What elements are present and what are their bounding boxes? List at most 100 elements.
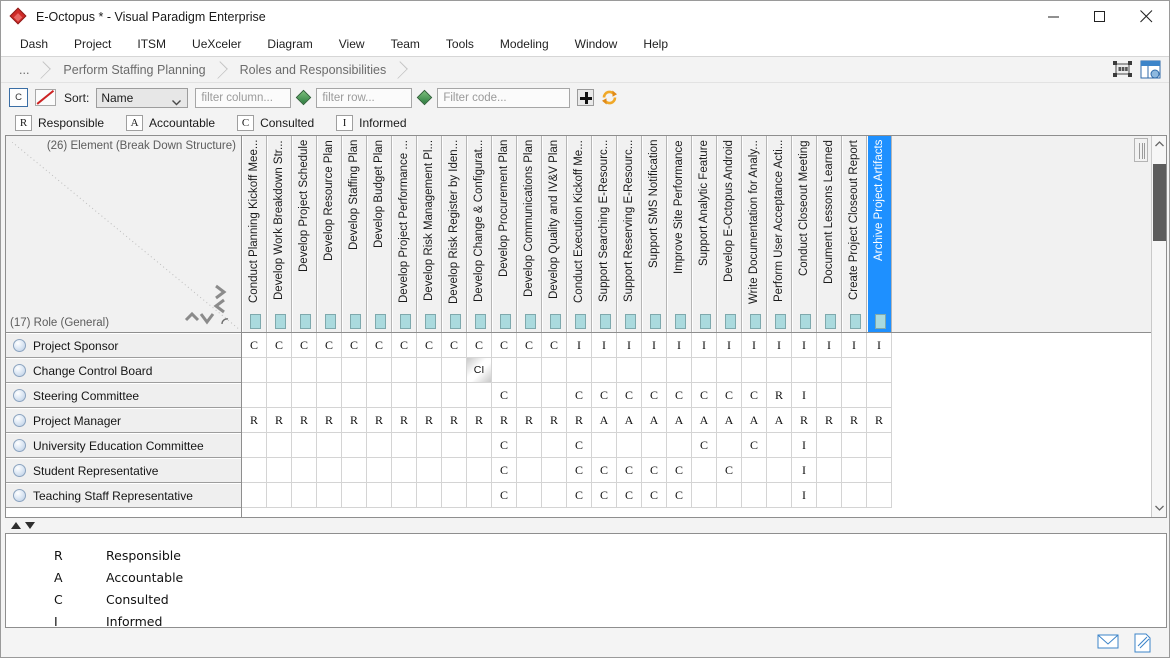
matrix-cell[interactable] (492, 358, 517, 383)
matrix-column-header[interactable]: Develop E-Octopus Android (717, 136, 742, 332)
matrix-cell[interactable] (342, 458, 367, 483)
matrix-cell[interactable]: C (742, 383, 767, 408)
matrix-cell[interactable]: A (617, 408, 642, 433)
matrix-column-header[interactable]: Improve Site Performance (667, 136, 692, 332)
matrix-cell[interactable]: CI (467, 358, 492, 383)
matrix-cell[interactable] (742, 358, 767, 383)
menu-item-dash[interactable]: Dash (7, 34, 61, 54)
menu-item-modeling[interactable]: Modeling (487, 34, 562, 54)
filter-row-input[interactable]: filter row... (316, 88, 412, 108)
menu-item-help[interactable]: Help (630, 34, 681, 54)
refresh-icon[interactable] (601, 89, 618, 106)
matrix-row-label[interactable]: Change Control Board (6, 358, 241, 383)
matrix-cell[interactable]: C (742, 433, 767, 458)
minimize-icon[interactable] (1031, 1, 1077, 32)
message-icon[interactable] (1097, 633, 1119, 653)
matrix-column-header[interactable]: Develop Risk Management Pl... (417, 136, 442, 332)
matrix-cell[interactable] (767, 433, 792, 458)
matrix-cell[interactable] (867, 433, 892, 458)
matrix-cell[interactable]: I (767, 333, 792, 358)
matrix-cell[interactable] (817, 483, 842, 508)
breadcrumb-item-perform-staffing-planning[interactable]: Perform Staffing Planning (51, 59, 211, 81)
matrix-cell[interactable] (242, 358, 267, 383)
menu-item-window[interactable]: Window (562, 34, 631, 54)
matrix-cell[interactable] (342, 358, 367, 383)
matrix-cell[interactable] (417, 383, 442, 408)
matrix-row-label[interactable]: Student Representative (6, 458, 241, 483)
matrix-cell[interactable]: R (867, 408, 892, 433)
matrix-cell[interactable]: C (567, 433, 592, 458)
matrix-cell[interactable]: R (292, 408, 317, 433)
matrix-cell[interactable]: I (567, 333, 592, 358)
matrix-cell[interactable]: C (567, 383, 592, 408)
matrix-cell[interactable] (867, 383, 892, 408)
matrix-column-header[interactable]: Create Project Closeout Report (842, 136, 867, 332)
matrix-cell[interactable] (292, 433, 317, 458)
matrix-cell[interactable]: C (492, 458, 517, 483)
matrix-column-header[interactable]: Develop Communications Plan (517, 136, 542, 332)
breadcrumb-item-roles-and-responsibilities[interactable]: Roles and Responsibilities (228, 59, 393, 81)
menu-item-project[interactable]: Project (61, 34, 124, 54)
matrix-cell[interactable]: R (242, 408, 267, 433)
breadcrumb-item-root[interactable]: ... (9, 59, 35, 81)
matrix-column-header[interactable]: Develop Risk Register by Iden... (442, 136, 467, 332)
matrix-cell[interactable] (292, 483, 317, 508)
matrix-cell[interactable] (292, 358, 317, 383)
matrix-cell[interactable] (442, 433, 467, 458)
matrix-cell[interactable] (617, 358, 642, 383)
matrix-cell[interactable] (417, 483, 442, 508)
matrix-cell[interactable] (842, 458, 867, 483)
menu-item-view[interactable]: View (326, 34, 378, 54)
matrix-cell[interactable] (242, 383, 267, 408)
matrix-column-header[interactable]: Develop Quality and IV&V Plan (542, 136, 567, 332)
matrix-cell[interactable]: C (292, 333, 317, 358)
matrix-cell[interactable] (517, 458, 542, 483)
matrix-cell[interactable] (267, 458, 292, 483)
matrix-cell[interactable]: A (667, 408, 692, 433)
matrix-cell[interactable]: C (417, 333, 442, 358)
matrix-cell[interactable] (542, 458, 567, 483)
matrix-cell[interactable] (642, 433, 667, 458)
matrix-cell[interactable]: I (792, 458, 817, 483)
matrix-column-header[interactable]: Support SMS Notification (642, 136, 667, 332)
matrix-cell[interactable]: C (667, 458, 692, 483)
matrix-cell[interactable] (242, 433, 267, 458)
matrix-cell[interactable] (517, 483, 542, 508)
matrix-cell[interactable] (467, 383, 492, 408)
matrix-cell[interactable]: C (567, 483, 592, 508)
matrix-cell[interactable]: C (467, 333, 492, 358)
matrix-column-header[interactable]: Conduct Execution Kickoff Me... (567, 136, 592, 332)
matrix-cell[interactable] (692, 458, 717, 483)
open-specification-icon[interactable] (1140, 60, 1161, 79)
matrix-cell[interactable] (467, 483, 492, 508)
matrix-cell[interactable]: C (367, 333, 392, 358)
matrix-cell[interactable] (242, 483, 267, 508)
matrix-cell[interactable] (317, 383, 342, 408)
matrix-row-label[interactable]: University Education Committee (6, 433, 241, 458)
matrix-cell[interactable] (367, 483, 392, 508)
matrix-cell[interactable] (342, 433, 367, 458)
matrix-cell[interactable]: A (592, 408, 617, 433)
matrix-cell[interactable]: A (692, 408, 717, 433)
matrix-cell[interactable]: I (842, 333, 867, 358)
matrix-cell[interactable]: I (717, 333, 742, 358)
matrix-cell[interactable] (442, 458, 467, 483)
matrix-column-header[interactable]: Develop Staffing Plan (342, 136, 367, 332)
matrix-cell[interactable]: C (642, 383, 667, 408)
matrix-cell[interactable]: R (542, 408, 567, 433)
matrix-cell[interactable] (717, 433, 742, 458)
scroll-down-icon[interactable] (1155, 498, 1164, 516)
matrix-cell[interactable]: C (717, 458, 742, 483)
matrix-cell[interactable] (517, 383, 542, 408)
matrix-cell[interactable]: C (692, 383, 717, 408)
matrix-cell[interactable]: C (592, 383, 617, 408)
matrix-column-header[interactable]: Document Lessons Learned (817, 136, 842, 332)
matrix-cell[interactable] (767, 458, 792, 483)
matrix-column-header[interactable]: Develop Project Schedule (292, 136, 317, 332)
matrix-cell[interactable] (442, 383, 467, 408)
matrix-cell[interactable]: C (642, 483, 667, 508)
maximize-icon[interactable] (1077, 1, 1123, 32)
matrix-cell[interactable] (392, 383, 417, 408)
matrix-cell[interactable]: C (517, 333, 542, 358)
matrix-cell[interactable] (867, 458, 892, 483)
